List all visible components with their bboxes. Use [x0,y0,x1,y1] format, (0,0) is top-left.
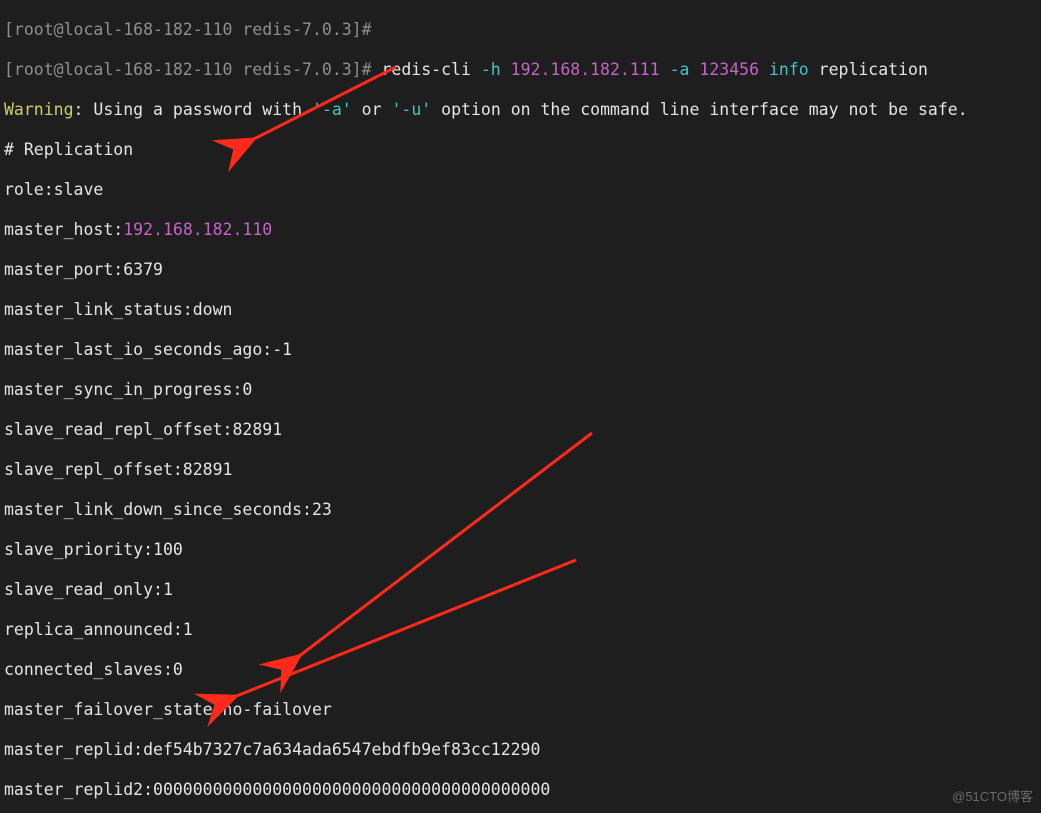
kv-line: replica_announced:1 [4,620,1037,640]
kv-key: master_link_status: [4,300,193,319]
kv-line: master_replid2:0000000000000000000000000… [4,780,1037,800]
prompt: [root@local-168-182-110 redis-7.0.3]# [4,60,382,79]
kv-val: 192.168.182.110 [123,220,272,239]
kv-line: master_link_down_since_seconds:23 [4,500,1037,520]
terminal-output: [root@local-168-182-110 redis-7.0.3]# [r… [0,0,1041,813]
kv-line: master_sync_in_progress:0 [4,380,1037,400]
info-kw: info [769,60,819,79]
kv-line: master_failover_state:no-failover [4,700,1037,720]
flag: -h [481,60,511,79]
pw: 123456 [699,60,769,79]
kv-line: role:slave [4,180,1037,200]
kv-line: master_last_io_seconds_ago:-1 [4,340,1037,360]
kv-line: master_port:6379 [4,260,1037,280]
kv-val: down [193,300,233,319]
warn-flag: '-a' [312,100,352,119]
kv-line: slave_priority:100 [4,540,1037,560]
flag: -a [670,60,700,79]
prompt: [root@local-168-182-110 redis-7.0.3]# [4,20,372,39]
kv-line: master_replid:def54b7327c7a634ada6547ebd… [4,740,1037,760]
arg: replication [819,60,928,79]
section-header: # Replication [4,140,1037,160]
host: 192.168.182.111 [511,60,670,79]
kv-line: slave_read_only:1 [4,580,1037,600]
kv-line: slave_read_repl_offset:82891 [4,420,1037,440]
cmd: redis-cli [382,60,481,79]
warn-text: : Using a password with [74,100,312,119]
kv-line: slave_repl_offset:82891 [4,460,1037,480]
kv-line: connected_slaves:0 [4,660,1037,680]
warn-text: or [352,100,392,119]
warn-label: Warning [4,100,74,119]
warn-text: option on the command line interface may… [431,100,967,119]
warn-flag: '-u' [391,100,431,119]
kv-key: master_host: [4,220,123,239]
